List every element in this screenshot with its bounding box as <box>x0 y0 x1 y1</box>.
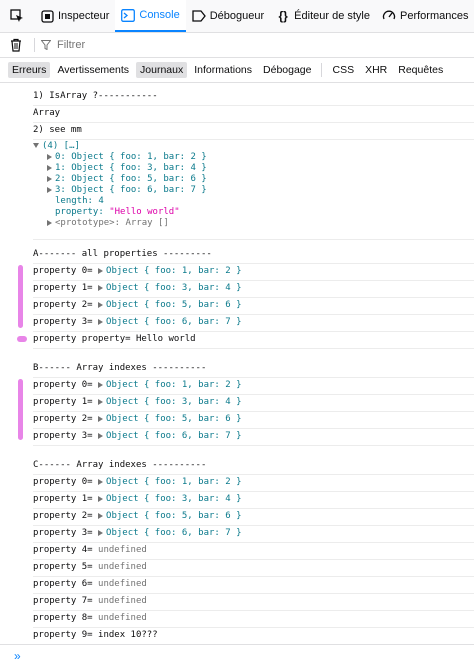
performance-icon <box>382 9 396 23</box>
array-item[interactable]: 2: Object { foo: 5, bar: 6 } <box>33 174 474 185</box>
expand-triangle-icon[interactable] <box>47 186 52 193</box>
log-message: property 2= Object { foo: 5, bar: 6 } <box>33 297 474 315</box>
log-message: property 3= Object { foo: 6, bar: 7 } <box>33 314 474 332</box>
log-message: property 1= Object { foo: 3, bar: 4 } <box>33 491 474 509</box>
expand-triangle-icon[interactable] <box>98 301 104 308</box>
expand-triangle-icon[interactable] <box>98 512 104 519</box>
level-separator <box>321 63 323 77</box>
log-message: property 4= undefined <box>33 542 474 560</box>
array-tree: (4) […] 0: Object { foo: 1, bar: 2 } 1: … <box>33 139 474 240</box>
filter-input[interactable] <box>55 38 259 52</box>
filter-xhr[interactable]: XHR <box>361 62 391 78</box>
funnel-icon <box>41 40 51 50</box>
filter-requests[interactable]: Requêtes <box>394 62 447 78</box>
prompt-chevron-icon: » <box>14 649 21 663</box>
expand-triangle-icon[interactable] <box>98 478 104 485</box>
log-message: Array <box>33 105 474 123</box>
log-message: property 0= Object { foo: 1, bar: 2 } <box>33 377 474 395</box>
console-filter-bar <box>0 33 474 58</box>
expand-triangle-icon[interactable] <box>47 219 52 226</box>
log-message: property 8= undefined <box>33 610 474 628</box>
inspector-icon <box>40 9 54 23</box>
log-message: C------ Array indexes ---------- <box>33 457 474 475</box>
trash-icon[interactable] <box>10 38 24 52</box>
expand-triangle-icon[interactable] <box>98 529 104 536</box>
expand-triangle-icon[interactable] <box>98 398 104 405</box>
expand-triangle-icon[interactable] <box>98 495 104 502</box>
expand-triangle-icon[interactable] <box>98 284 104 291</box>
log-message: property 6= undefined <box>33 576 474 594</box>
array-item[interactable]: 1: Object { foo: 3, bar: 4 } <box>33 163 474 174</box>
console-input-bar: » <box>0 644 474 667</box>
log-message: property 5= undefined <box>33 559 474 577</box>
log-message: property 0= Object { foo: 1, bar: 2 } <box>33 263 474 281</box>
filter-separator <box>34 38 35 52</box>
devtools-toolbar: Inspecteur Console Débogueur {} Éditeur … <box>0 0 474 33</box>
tab-console-label: Console <box>139 9 180 21</box>
level-info[interactable]: Informations <box>190 62 256 78</box>
log-message: B------ Array indexes ---------- <box>33 360 474 378</box>
level-logs[interactable]: Journaux <box>136 62 188 78</box>
tab-style-editor-label: Éditeur de style <box>294 10 370 22</box>
highlight-marker <box>18 265 23 328</box>
debugger-icon <box>192 9 206 23</box>
log-message: property 3= Object { foo: 6, bar: 7 } <box>33 428 474 446</box>
log-message: property 9= index 10??? <box>33 630 158 640</box>
log-message: property 1= Object { foo: 3, bar: 4 } <box>33 280 474 298</box>
log-message: 1) IsArray ?----------- <box>33 88 474 106</box>
log-message: A------- all properties --------- <box>33 246 474 264</box>
log-message: property property= Hello world <box>33 331 474 349</box>
array-item[interactable]: 0: Object { foo: 1, bar: 2 } <box>33 152 474 163</box>
highlight-marker <box>17 336 27 342</box>
tab-debugger[interactable]: Débogueur <box>186 0 270 32</box>
console-output: 1) IsArray ?----------- Array 2) see mm … <box>0 83 474 645</box>
expand-triangle-icon[interactable] <box>98 415 104 422</box>
log-message: property 1= Object { foo: 3, bar: 4 } <box>33 394 474 412</box>
array-tree-header[interactable]: (4) […] <box>33 141 474 152</box>
log-message: property 7= undefined <box>33 593 474 611</box>
expand-triangle-icon[interactable] <box>47 153 52 160</box>
picker-icon <box>10 9 24 23</box>
expand-triangle-icon[interactable] <box>47 175 52 182</box>
pick-element-button[interactable] <box>4 0 34 32</box>
filter-css[interactable]: CSS <box>328 62 358 78</box>
array-prototype[interactable]: <prototype>: Array [] <box>33 218 474 229</box>
expand-triangle-icon[interactable] <box>47 164 52 171</box>
level-debug[interactable]: Débogage <box>259 62 315 78</box>
console-icon <box>121 8 136 22</box>
console-input[interactable] <box>26 650 474 662</box>
style-editor-icon: {} <box>278 9 288 23</box>
expand-triangle-icon[interactable] <box>98 432 104 439</box>
expand-triangle-icon[interactable] <box>98 381 104 388</box>
highlight-marker <box>18 379 23 440</box>
array-item[interactable]: 3: Object { foo: 6, bar: 7 } <box>33 185 474 196</box>
tab-debugger-label: Débogueur <box>209 10 265 22</box>
log-message: property 2= Object { foo: 5, bar: 6 } <box>33 508 474 526</box>
log-message: property 2= Object { foo: 5, bar: 6 } <box>33 411 474 429</box>
log-message: property 0= Object { foo: 1, bar: 2 } <box>33 474 474 492</box>
expand-triangle-icon[interactable] <box>98 267 104 274</box>
tab-performance-label: Performances <box>400 10 469 22</box>
tab-inspector[interactable]: Inspecteur <box>34 0 115 32</box>
tab-inspector-label: Inspecteur <box>58 10 110 22</box>
expand-triangle-icon[interactable] <box>98 318 104 325</box>
array-length: length: 4 <box>55 196 104 206</box>
level-errors[interactable]: Erreurs <box>8 62 51 78</box>
level-warnings[interactable]: Avertissements <box>53 62 133 78</box>
array-property: property: "Hello world" <box>55 207 180 217</box>
tab-performance[interactable]: Performances <box>376 0 474 32</box>
tab-console[interactable]: Console <box>115 0 186 32</box>
log-level-bar: Erreurs Avertissements Journaux Informat… <box>0 58 474 83</box>
log-message: 2) see mm <box>33 122 474 140</box>
tab-style-editor[interactable]: {} Éditeur de style <box>270 0 376 32</box>
collapse-triangle-icon[interactable] <box>33 143 39 148</box>
log-message: property 3= Object { foo: 6, bar: 7 } <box>33 525 474 543</box>
